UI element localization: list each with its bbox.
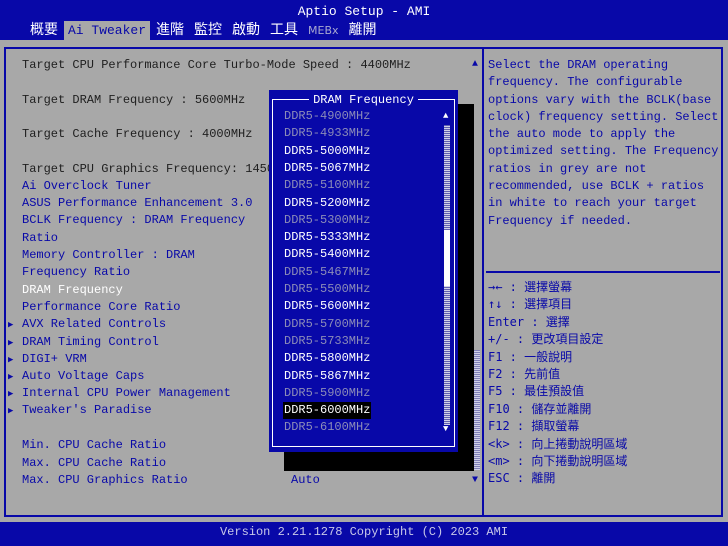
- submenu-arrow-icon: ▶: [8, 406, 14, 416]
- submenu-arrow-icon: ▶: [8, 372, 14, 382]
- option-item[interactable]: DDR5-4900MHz: [283, 108, 371, 125]
- tab-5[interactable]: 工具: [266, 21, 302, 40]
- option-item[interactable]: DDR5-5867MHz: [283, 368, 371, 385]
- settings-scroll-thumb[interactable]: [474, 350, 480, 470]
- option-item[interactable]: DDR5-5300MHz: [283, 212, 371, 229]
- setting-item[interactable]: DIGI+ VRM: [22, 351, 87, 368]
- divider: [486, 271, 720, 273]
- submenu-arrow-icon: ▶: [8, 320, 14, 330]
- key-hint: +/- : 更改項目設定: [488, 332, 604, 347]
- setting-item[interactable]: Ratio: [22, 230, 58, 247]
- tab-bar: 概要 Ai Tweaker 進階 監控 啟動 工具 MEBx 離開: [26, 21, 383, 40]
- tab-2[interactable]: 進階: [152, 21, 188, 40]
- setting-value[interactable]: Auto: [291, 472, 320, 489]
- setting-item[interactable]: BCLK Frequency : DRAM Frequency: [22, 212, 245, 229]
- footer: Version 2.21.1278 Copyright (C) 2023 AMI: [0, 522, 728, 546]
- option-item[interactable]: DDR5-5100MHz: [283, 177, 371, 194]
- app-title: Aptio Setup - AMI: [297, 4, 431, 19]
- option-item[interactable]: DDR5-5200MHz: [283, 195, 371, 212]
- setting-item: Target CPU Performance Core Turbo-Mode S…: [22, 58, 411, 72]
- scroll-down-icon[interactable]: ▼: [472, 476, 478, 486]
- submenu-arrow-icon: ▶: [8, 389, 14, 399]
- tab-7[interactable]: 離開: [345, 21, 381, 40]
- option-item[interactable]: DDR5-5700MHz: [283, 316, 371, 333]
- setting-item[interactable]: DRAM Frequency: [22, 282, 123, 299]
- key-hint: F10 : 儲存並離開: [488, 401, 592, 416]
- key-hint: <m> : 向下捲動說明區域: [488, 454, 628, 469]
- setting-item[interactable]: ASUS Performance Enhancement 3.0: [22, 195, 252, 212]
- setting-item: Target DRAM Frequency : 5600MHz: [22, 93, 246, 107]
- popup-scroll-thumb[interactable]: [444, 230, 450, 286]
- dram-frequency-popup: DRAM Frequency ▲ ▼ DDR5-4900MHz DDR5-4933…: [269, 90, 458, 452]
- setting-item[interactable]: Max. CPU Cache Ratio: [22, 455, 166, 472]
- option-item[interactable]: DDR5-5500MHz: [283, 281, 371, 298]
- tab-0[interactable]: 概要: [26, 21, 62, 40]
- key-hint: F5 : 最佳預設值: [488, 384, 585, 399]
- popup-title: DRAM Frequency: [309, 93, 418, 107]
- setting-item[interactable]: Min. CPU Cache Ratio: [22, 437, 166, 454]
- setting-item[interactable]: DRAM Timing Control: [22, 334, 159, 351]
- key-hint: Enter : 選擇: [488, 314, 570, 329]
- setting-item[interactable]: Performance Core Ratio: [22, 299, 180, 316]
- option-item[interactable]: DDR5-5600MHz: [283, 298, 371, 315]
- key-hint: <k> : 向上捲動說明區域: [488, 436, 628, 451]
- submenu-arrow-icon: ▶: [8, 338, 14, 348]
- setting-item[interactable]: Max. CPU Graphics Ratio: [22, 472, 188, 489]
- setting-item[interactable]: AVX Related Controls: [22, 316, 166, 333]
- key-legend: →← : 選擇螢幕 ↑↓ : 選擇項目 Enter : 選擇 +/- : 更改項目設定…: [488, 279, 627, 488]
- key-hint: ↑↓ : 選擇項目: [488, 297, 573, 312]
- scroll-down-icon[interactable]: ▼: [443, 425, 448, 434]
- option-item[interactable]: DDR5-5800MHz: [283, 350, 371, 367]
- setting-item[interactable]: Memory Controller : DRAM: [22, 247, 195, 264]
- title-bar: Aptio Setup - AMI 概要 Ai Tweaker 進階 監控 啟動 工具 ME…: [0, 0, 728, 40]
- help-text: Select the DRAM operating frequency. The…: [488, 58, 726, 228]
- tab-4[interactable]: 啟動: [228, 21, 264, 40]
- key-hint: F1 : 一般說明: [488, 349, 573, 364]
- setting-item[interactable]: Internal CPU Power Management: [22, 385, 231, 402]
- submenu-arrow-icon: ▶: [8, 355, 14, 365]
- scroll-up-icon[interactable]: ▲: [443, 112, 448, 121]
- tab-6[interactable]: MEBx: [304, 21, 343, 40]
- setting-item[interactable]: Tweaker's Paradise: [22, 402, 152, 419]
- setting-item: Target CPU Graphics Frequency: 1450MHz: [22, 162, 296, 176]
- setting-item[interactable]: Ai Overclock Tuner: [22, 178, 152, 195]
- option-item[interactable]: DDR5-5467MHz: [283, 264, 371, 281]
- option-item[interactable]: DDR5-5333MHz: [283, 229, 371, 246]
- key-hint: F12 : 擷取螢幕: [488, 419, 580, 434]
- setting-item[interactable]: Auto Voltage Caps: [22, 368, 144, 385]
- scroll-up-icon[interactable]: ▲: [472, 60, 478, 70]
- setting-item: Target Cache Frequency : 4000MHz: [22, 127, 253, 141]
- tab-3[interactable]: 監控: [190, 21, 226, 40]
- key-hint: F2 : 先前值: [488, 367, 561, 382]
- option-item[interactable]: DDR5-6000MHz: [283, 402, 372, 420]
- key-hint: ESC : 離開: [488, 471, 556, 486]
- tab-1[interactable]: Ai Tweaker: [64, 21, 151, 40]
- option-item[interactable]: DDR5-5067MHz: [283, 160, 371, 177]
- option-item[interactable]: DDR5-5900MHz: [283, 385, 371, 402]
- option-item[interactable]: DDR5-5400MHz: [283, 246, 371, 263]
- option-item[interactable]: DDR5-6100MHz: [283, 419, 371, 436]
- option-item[interactable]: DDR5-4933MHz: [283, 125, 371, 142]
- setting-item[interactable]: Frequency Ratio: [22, 264, 130, 281]
- option-item[interactable]: DDR5-5733MHz: [283, 333, 371, 350]
- option-item[interactable]: DDR5-5000MHz: [283, 143, 371, 160]
- key-hint: →← : 選擇螢幕: [488, 280, 573, 294]
